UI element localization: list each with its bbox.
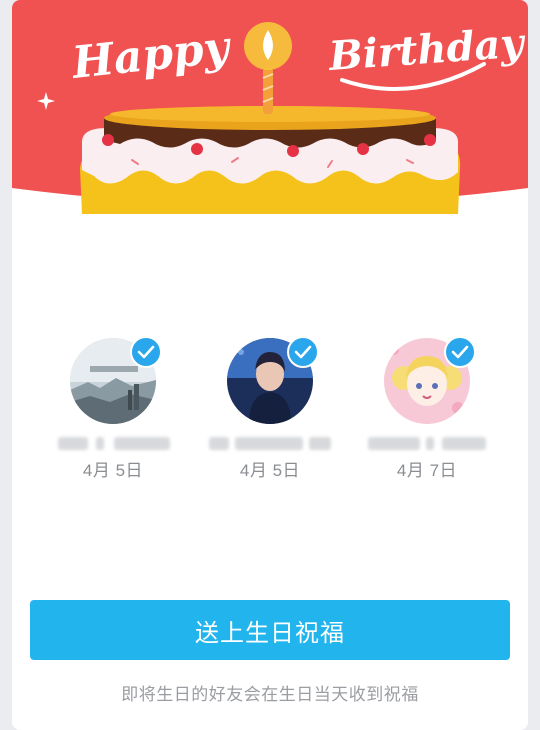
birthday-date: 4月 7日 <box>396 461 458 480</box>
avatar-container <box>384 336 476 424</box>
birthday-date: 4月 5日 <box>239 461 301 480</box>
birthday-date: 4月 5日 <box>82 461 144 480</box>
friend-item[interactable]: 4月 5日 <box>195 336 345 481</box>
birthday-hint-text: 即将生日的好友会在生日当天收到祝福 <box>121 685 419 704</box>
friend-name <box>366 434 488 452</box>
friend-item[interactable]: 4月 5日 <box>38 336 188 481</box>
birthday-friends-list: 4月 5日 4月 5日 4月 7日 <box>12 336 528 498</box>
avatar-container <box>70 336 162 424</box>
check-icon[interactable] <box>130 336 162 368</box>
check-icon[interactable] <box>444 336 476 368</box>
friend-name <box>52 434 174 452</box>
send-birthday-wishes-button[interactable]: 送上生日祝福 <box>30 600 510 660</box>
friend-name <box>209 434 331 452</box>
birthday-banner: Happy Birthday <box>12 0 528 214</box>
avatar-container <box>227 336 319 424</box>
friend-item[interactable]: 4月 7日 <box>352 336 502 481</box>
check-icon[interactable] <box>287 336 319 368</box>
birthday-card: Happy Birthday 4月 5日 4月 5日 4月 7日 送上生日祝福 … <box>12 0 528 730</box>
